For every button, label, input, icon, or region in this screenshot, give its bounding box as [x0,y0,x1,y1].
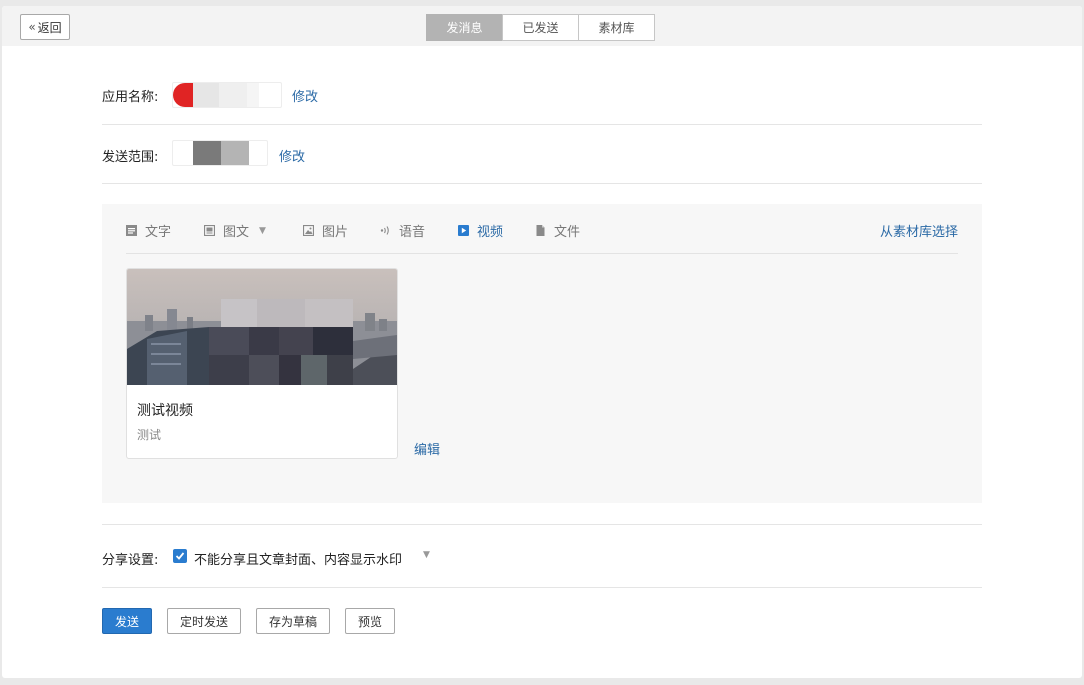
type-text-button[interactable]: 文字 [126,221,171,240]
type-voice-button[interactable]: 语音 [380,221,425,240]
share-settings-label: 分享设置: [102,553,159,568]
message-type-toolbar: 文字 图文 ▼ 图片 语音 视频 文件 从素材库选择 [126,204,958,254]
type-video-label: 视频 [477,225,504,240]
type-image-button[interactable]: 图片 [303,221,348,240]
type-file-label: 文件 [554,225,581,240]
text-icon [126,225,137,236]
video-title: 测试视频 [137,403,193,419]
top-bar: « 返回 发消息 已发送 素材库 [2,6,1082,46]
type-news-button[interactable]: 图文 ▼ [204,221,266,240]
tab-sent[interactable]: 已发送 [502,14,579,41]
edit-send-scope-link[interactable]: 修改 [279,146,305,165]
back-label: 返回 [37,20,62,35]
divider [102,183,982,184]
video-card[interactable]: 测试视频 测试 [126,268,398,459]
video-thumbnail [127,269,397,385]
compose-panel: « 返回 发消息 已发送 素材库 应用名称: 修改 发送范围: 修改 文字 图文… [2,6,1082,678]
edit-video-link[interactable]: 编辑 [414,439,440,458]
choose-from-library-link[interactable]: 从素材库选择 [880,221,958,240]
type-text-label: 文字 [145,225,172,240]
back-button[interactable]: « 返回 [20,14,70,40]
watermark-checkbox[interactable] [173,549,187,563]
tab-send-message[interactable]: 发消息 [426,14,503,41]
image-icon [303,225,314,236]
preview-button[interactable]: 预览 [345,608,395,634]
chevron-down-icon[interactable]: ▼ [423,550,430,560]
type-voice-label: 语音 [399,225,426,240]
send-scope-label: 发送范围: [102,150,159,165]
app-name-value-redacted [172,82,282,108]
type-video-button[interactable]: 视频 [458,221,503,240]
share-option-label[interactable]: 不能分享且文章封面、内容显示水印 [194,549,402,568]
send-button[interactable]: 发送 [102,608,152,634]
send-scope-value-redacted [172,140,268,166]
tab-material-library[interactable]: 素材库 [578,14,655,41]
chevron-down-icon: ▼ [259,225,266,236]
app-name-label: 应用名称: [102,90,159,105]
type-image-label: 图片 [322,225,349,240]
edit-app-name-link[interactable]: 修改 [292,86,318,105]
voice-icon [380,226,389,235]
divider [102,587,982,588]
checkmark-icon [175,552,185,560]
divider [102,124,982,125]
news-icon [204,225,215,236]
double-chevron-left-icon: « [28,20,36,34]
schedule-send-button[interactable]: 定时发送 [167,608,241,634]
message-editor: 文字 图文 ▼ 图片 语音 视频 文件 从素材库选择 测试视频 测试 编辑 [102,204,982,503]
type-news-label: 图文 [223,225,250,240]
save-draft-button[interactable]: 存为草稿 [256,608,330,634]
divider [102,524,982,525]
tab-bar: 发消息 已发送 素材库 [426,14,655,41]
file-icon [536,225,545,236]
video-icon [458,225,469,236]
type-file-button[interactable]: 文件 [535,221,580,240]
video-description: 测试 [137,428,162,442]
